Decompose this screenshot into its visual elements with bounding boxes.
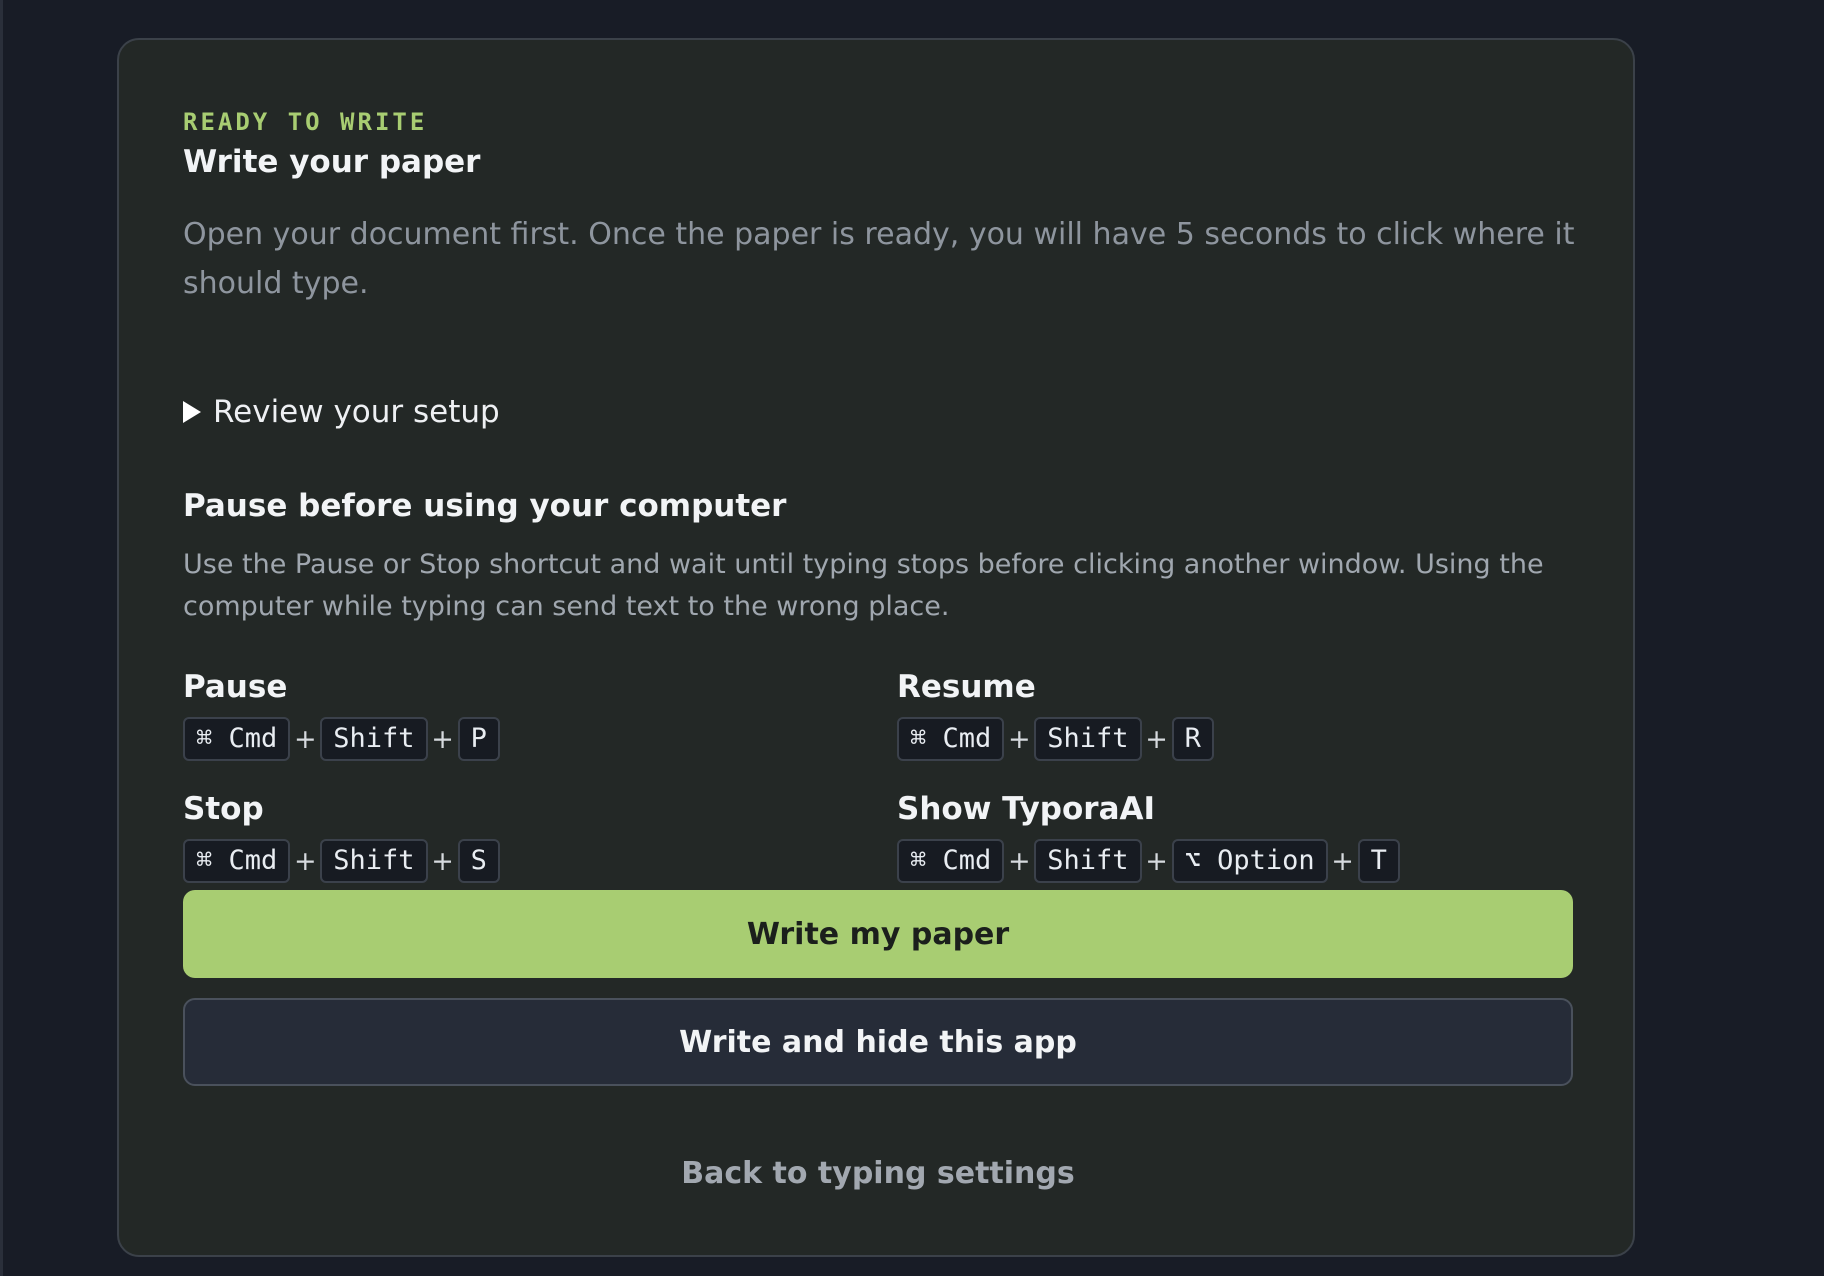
disclosure-triangle-icon — [183, 401, 201, 423]
plus-sign: + — [1007, 723, 1031, 755]
plus-sign: + — [1145, 723, 1168, 755]
warning-body: Use the Pause or Stop shortcut and wait … — [183, 549, 1544, 622]
shortcut-pause: Pause ⌘ Cmd + Shift + P — [183, 665, 500, 761]
plus-sign: + — [1007, 845, 1031, 877]
key-p: P — [457, 717, 500, 761]
key-shift: Shift — [1034, 839, 1142, 883]
write-paper-card: READY TO WRITE Write your paper Open you… — [117, 38, 1635, 1257]
plus-sign: + — [431, 845, 454, 877]
status-eyebrow: READY TO WRITE — [183, 108, 428, 136]
window-edge — [0, 0, 3, 1276]
key-cmd: ⌘ Cmd — [897, 717, 1005, 761]
shortcut-label: Stop — [183, 791, 264, 827]
key-shift: Shift — [320, 717, 428, 761]
key-shift: Shift — [1034, 717, 1142, 761]
shortcut-keys: ⌘ Cmd + Shift + S — [183, 839, 500, 883]
key-cmd: ⌘ Cmd — [183, 717, 291, 761]
shortcut-label: Show TyporaAI — [897, 791, 1156, 827]
key-cmd: ⌘ Cmd — [897, 839, 1005, 883]
review-setup-label: Review your setup — [213, 394, 500, 430]
shortcut-resume: Resume ⌘ Cmd + Shift + R — [897, 665, 1214, 761]
plus-sign: + — [1145, 845, 1168, 877]
shortcut-keys: ⌘ Cmd + Shift + R — [897, 717, 1214, 761]
back-to-settings-link[interactable]: Back to typing settings — [183, 1148, 1573, 1198]
key-s: S — [457, 839, 500, 883]
key-cmd: ⌘ Cmd — [183, 839, 291, 883]
page-title: Write your paper — [183, 144, 481, 180]
write-and-hide-button[interactable]: Write and hide this app — [183, 998, 1573, 1086]
plus-sign: + — [431, 723, 454, 755]
key-shift: Shift — [320, 839, 428, 883]
warning-title: Pause before using your computer — [183, 488, 787, 524]
shortcut-show-app: Show TyporaAI ⌘ Cmd + Shift + ⌥ Option +… — [897, 787, 1400, 883]
plus-sign: + — [293, 845, 317, 877]
shortcut-keys: ⌘ Cmd + Shift + P — [183, 717, 500, 761]
plus-sign: + — [293, 723, 317, 755]
key-option: ⌥ Option — [1171, 839, 1328, 883]
shortcut-label: Resume — [897, 669, 1036, 705]
shortcut-label: Pause — [183, 669, 288, 705]
review-setup-toggle[interactable]: Review your setup — [183, 394, 500, 430]
shortcut-keys: ⌘ Cmd + Shift + ⌥ Option + T — [897, 839, 1400, 883]
key-t: T — [1357, 839, 1400, 883]
shortcut-stop: Stop ⌘ Cmd + Shift + S — [183, 787, 500, 883]
plus-sign: + — [1331, 845, 1354, 877]
key-r: R — [1171, 717, 1214, 761]
write-my-paper-button[interactable]: Write my paper — [183, 890, 1573, 978]
intro-text: Open your document first. Once the paper… — [183, 217, 1575, 301]
